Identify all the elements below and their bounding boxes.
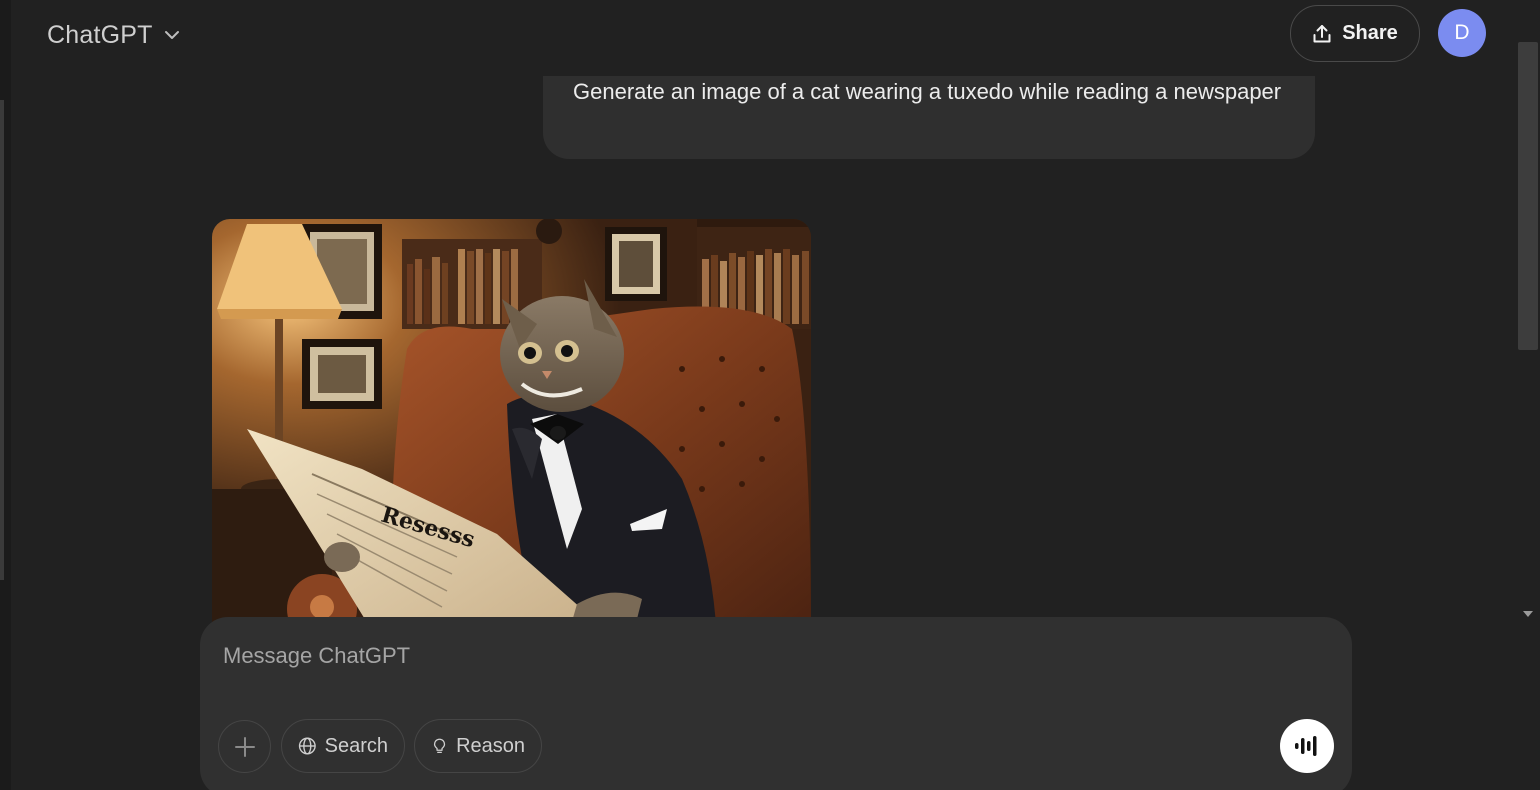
generated-image[interactable]: Resesss bbox=[212, 219, 811, 639]
avatar[interactable]: D bbox=[1438, 9, 1486, 57]
sidebar-edge-bar bbox=[0, 100, 4, 580]
model-switcher[interactable]: ChatGPT bbox=[47, 18, 181, 52]
model-name: ChatGPT bbox=[47, 20, 153, 49]
lightbulb-icon bbox=[433, 738, 446, 754]
globe-icon bbox=[298, 737, 316, 755]
reason-button[interactable]: Reason bbox=[414, 719, 542, 773]
user-message-bubble: Generate an image of a cat wearing a tux… bbox=[543, 76, 1315, 159]
scroll-down-arrow-icon[interactable] bbox=[1522, 609, 1534, 619]
share-icon bbox=[1313, 24, 1331, 42]
message-input[interactable] bbox=[223, 640, 1323, 672]
top-header: ChatGPT Share D bbox=[11, 0, 1516, 70]
plus-icon bbox=[234, 736, 255, 757]
page-scrollbar[interactable] bbox=[1516, 0, 1540, 790]
user-message-text: Generate an image of a cat wearing a tux… bbox=[573, 79, 1282, 104]
share-label: Share bbox=[1342, 22, 1398, 44]
voice-waveform-icon bbox=[1295, 736, 1317, 756]
voice-mode-button[interactable] bbox=[1280, 719, 1334, 773]
chevron-down-icon bbox=[164, 31, 179, 39]
sidebar-edge bbox=[0, 0, 11, 790]
share-button[interactable]: Share bbox=[1290, 5, 1420, 62]
search-label: Search bbox=[324, 734, 388, 757]
reason-label: Reason bbox=[456, 734, 525, 757]
scrollbar-thumb[interactable] bbox=[1518, 42, 1538, 350]
attach-button[interactable] bbox=[218, 720, 271, 773]
search-button[interactable]: Search bbox=[281, 719, 405, 773]
message-composer: Search Reason bbox=[200, 617, 1352, 790]
